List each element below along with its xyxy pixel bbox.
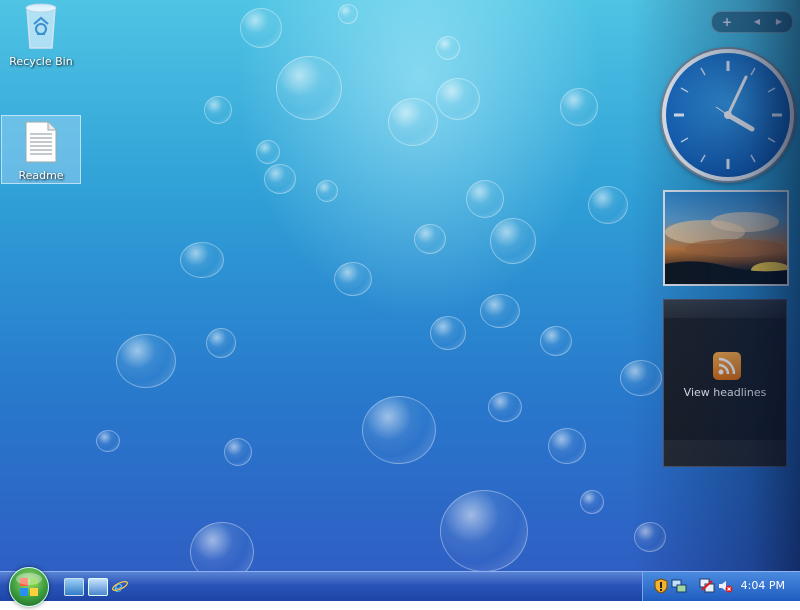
bubble: [388, 98, 438, 146]
bubble: [490, 218, 536, 264]
security-shield-icon[interactable]: [653, 578, 669, 594]
recycle-bin-icon: [25, 3, 57, 49]
bubble: [436, 78, 480, 120]
bubble: [548, 428, 586, 464]
bubble: [488, 392, 522, 422]
bubble: [580, 490, 604, 514]
rss-icon: [713, 352, 741, 380]
windows-orb-icon: [16, 573, 42, 596]
previous-page-button[interactable]: ◀: [748, 14, 766, 30]
next-page-button[interactable]: ▶: [770, 14, 788, 30]
analog-clock-icon: [674, 61, 782, 169]
bubble: [620, 360, 662, 396]
bubble: [414, 224, 446, 254]
bubble: [440, 490, 528, 571]
system-clock[interactable]: 4:04 PM: [741, 579, 785, 592]
bubble: [480, 294, 520, 328]
bubble: [190, 522, 254, 571]
bubble: [540, 326, 572, 356]
sidebar-controls: + ◀ ▶: [711, 11, 793, 33]
bubble: [180, 242, 224, 278]
desktop-icon-label: Readme: [18, 169, 64, 182]
volume-muted-icon[interactable]: [717, 578, 733, 594]
switch-windows-icon[interactable]: [88, 578, 108, 596]
bubble: [316, 180, 338, 202]
gadget-band: [664, 440, 786, 466]
bubble: [560, 88, 598, 126]
bubble: [96, 430, 120, 452]
bubble: [430, 316, 466, 350]
bubble: [436, 36, 460, 60]
desktop-icon-readme[interactable]: Readme: [1, 115, 81, 184]
feed-headlines-gadget[interactable]: View headlines: [663, 299, 787, 467]
bubble: [240, 8, 282, 48]
sunset-photo-icon: [665, 212, 787, 284]
taskbar: e 4:04 PM: [0, 567, 800, 607]
desktop-icon-recycle-bin[interactable]: Recycle Bin: [2, 2, 80, 68]
desktop[interactable]: Recycle Bin Readme + ◀ ▶ View headlines: [0, 0, 800, 571]
view-headlines-link[interactable]: View headlines: [664, 386, 786, 399]
internet-explorer-icon[interactable]: e: [111, 578, 129, 596]
add-gadget-button[interactable]: +: [718, 14, 736, 30]
bubble: [634, 522, 666, 552]
bubble: [276, 56, 342, 120]
bubble: [362, 396, 436, 464]
clock-gadget[interactable]: [662, 49, 794, 181]
bubble: [204, 96, 232, 124]
bubble: [116, 334, 176, 388]
slideshow-gadget[interactable]: [663, 190, 789, 286]
bubble: [224, 438, 252, 466]
bubble: [206, 328, 236, 358]
desktop-icon-label: Recycle Bin: [9, 55, 73, 68]
bubble: [256, 140, 280, 164]
gadget-band: [664, 300, 786, 318]
bubble: [466, 180, 504, 218]
document-icon: [25, 121, 57, 163]
start-button[interactable]: [9, 567, 49, 607]
show-desktop-icon[interactable]: [64, 578, 84, 596]
system-tray: 4:04 PM: [642, 572, 800, 601]
bubble: [588, 186, 628, 224]
bubble: [264, 164, 296, 194]
bubble: [334, 262, 372, 296]
bubble: [338, 4, 358, 24]
network-status-icon[interactable]: [671, 578, 687, 594]
network-icon[interactable]: [699, 578, 715, 594]
